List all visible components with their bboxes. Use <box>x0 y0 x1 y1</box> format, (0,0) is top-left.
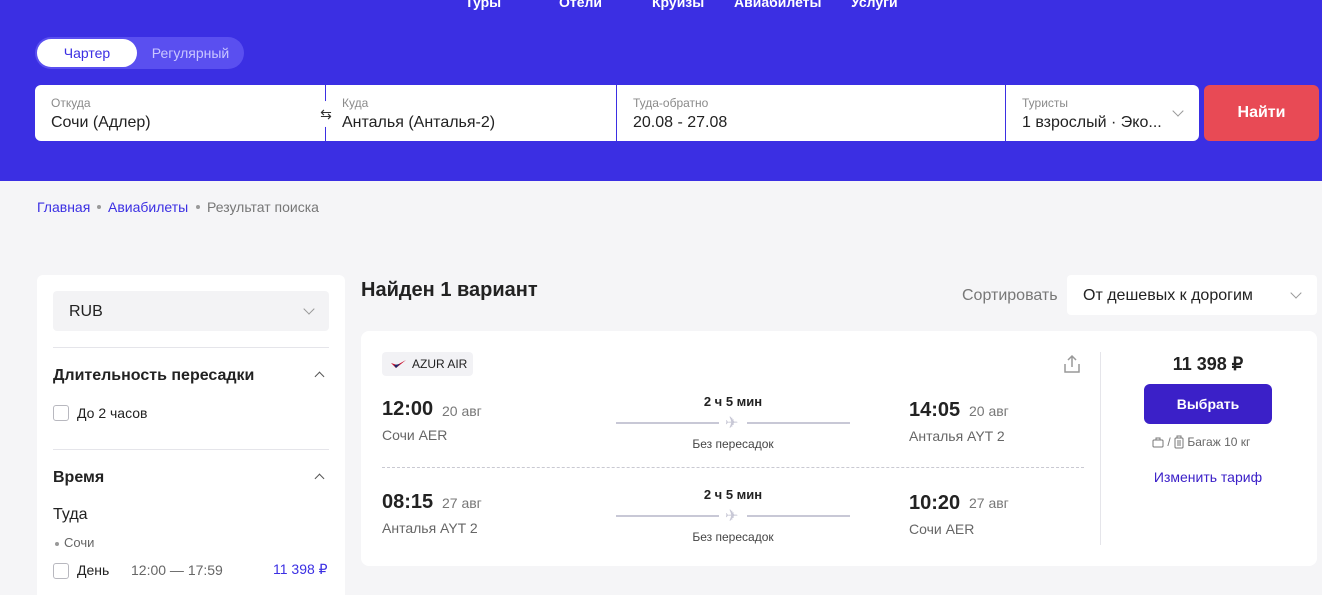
select-button[interactable]: Выбрать <box>1144 384 1272 424</box>
day-label: День <box>77 562 110 578</box>
charter-tab[interactable]: Чартер <box>37 39 137 67</box>
regular-tab[interactable]: Регулярный <box>139 39 242 67</box>
baggage-info: / Багаж 10 кг <box>1152 435 1250 449</box>
day-checkbox[interactable] <box>53 563 69 579</box>
inbound-dep-city: Анталья AYT 2 <box>382 520 478 536</box>
breadcrumb-separator <box>196 205 200 209</box>
outbound-dep-city: Сочи AER <box>382 427 448 443</box>
chevron-down-icon <box>1290 287 1302 299</box>
airline-logo-icon <box>391 360 406 368</box>
route-line <box>616 422 719 424</box>
outbound-arr-date: 20 авг <box>969 403 1009 419</box>
inbound-arr-date: 27 авг <box>969 495 1009 511</box>
nav-flights[interactable]: Авиабилеты <box>734 0 822 10</box>
filters-sidebar: RUB Длительность пересадки До 2 часов Вр… <box>37 275 345 595</box>
from-value[interactable]: Сочи (Адлер) <box>51 114 151 132</box>
inbound-arr-time: 10:20 <box>909 492 961 514</box>
transfer-duration-title[interactable]: Длительность пересадки <box>53 367 254 385</box>
breadcrumb-home[interactable]: Главная <box>37 199 90 215</box>
outbound-arr-time: 14:05 <box>909 399 961 421</box>
divider <box>53 347 329 348</box>
sort-label: Сортировать <box>962 287 1058 304</box>
plane-icon: ✈ <box>725 508 739 525</box>
outbound-stops: Без пересадок <box>692 437 774 451</box>
direction-label: Туда <box>53 506 88 523</box>
flight-type-toggle: Чартер Регулярный <box>35 37 244 69</box>
results-count: Найден 1 вариант <box>361 279 538 301</box>
plane-icon: ✈ <box>725 415 739 432</box>
luggage-icon <box>1174 435 1184 449</box>
inbound-stops: Без пересадок <box>692 530 774 544</box>
nav-hotels[interactable]: Отели <box>559 0 602 10</box>
city-label: Сочи <box>64 535 95 550</box>
bullet <box>55 542 59 546</box>
tourists-field[interactable]: Туристы 1 взрослый · Эко... <box>1006 85 1199 141</box>
breadcrumb-current: Результат поиска <box>207 199 319 215</box>
outbound-duration: 2 ч 5 мин <box>703 394 763 409</box>
inbound-arr-city: Сочи AER <box>909 521 975 537</box>
chevron-up-icon[interactable] <box>314 473 325 484</box>
airline-badge: AZUR AIR <box>382 352 473 376</box>
swap-arrows-icon[interactable]: ⇆ <box>313 101 339 127</box>
tourists-label: Туристы <box>1022 96 1069 110</box>
share-icon[interactable] <box>1062 354 1082 374</box>
nav-services[interactable]: Услуги <box>851 0 898 10</box>
offer-price: 11 398 ₽ <box>1172 354 1244 374</box>
dates-field[interactable]: Туда-обратно 20.08 - 27.08 <box>617 85 1005 141</box>
from-label: Откуда <box>51 96 91 110</box>
transfer-2h-label: До 2 часов <box>77 405 148 421</box>
day-range: 12:00 — 17:59 <box>131 562 223 578</box>
breadcrumb-separator <box>97 205 101 209</box>
divider <box>53 449 329 450</box>
route-line <box>747 515 850 517</box>
card-separator <box>1100 352 1101 545</box>
top-nav: Туры Отели Круизы Авиабилеты Услуги <box>0 0 1322 14</box>
currency-select[interactable]: RUB <box>53 291 329 331</box>
dates-label: Туда-обратно <box>633 96 709 110</box>
outbound-dep-time: 12:00 <box>382 398 434 420</box>
chevron-down-icon <box>303 303 315 315</box>
to-field[interactable]: Куда Анталья (Анталья-2) <box>326 85 616 141</box>
time-title[interactable]: Время <box>53 469 104 487</box>
airline-name: AZUR AIR <box>412 357 468 371</box>
chevron-up-icon[interactable] <box>314 371 325 382</box>
tourists-value[interactable]: 1 взрослый · Эко... <box>1022 114 1167 132</box>
bag-icon <box>1152 437 1164 448</box>
segment-divider <box>382 467 1084 468</box>
from-field[interactable]: Откуда Сочи (Адлер) <box>35 85 325 141</box>
to-label: Куда <box>342 96 369 110</box>
to-value[interactable]: Анталья (Анталья-2) <box>342 114 495 132</box>
chevron-down-icon[interactable] <box>1172 105 1184 117</box>
outbound-dep-date: 20 авг <box>442 403 482 419</box>
inbound-dep-time: 08:15 <box>382 491 434 513</box>
flight-offer-card: AZUR AIR 12:00 20 авг Сочи AER 2 ч 5 мин… <box>361 331 1317 566</box>
route-line <box>616 515 719 517</box>
search-header: Туры Отели Круизы Авиабилеты Услуги Чарт… <box>0 0 1322 181</box>
sort-select[interactable]: От дешевых к дорогим <box>1067 275 1317 315</box>
nav-tours[interactable]: Туры <box>465 0 501 10</box>
transfer-2h-checkbox[interactable] <box>53 405 69 421</box>
sort-value: От дешевых к дорогим <box>1083 287 1253 304</box>
find-button[interactable]: Найти <box>1204 85 1319 141</box>
dates-value[interactable]: 20.08 - 27.08 <box>633 114 727 132</box>
route-line <box>747 422 850 424</box>
inbound-duration: 2 ч 5 мин <box>703 487 763 502</box>
day-price: 11 398 ₽ <box>273 561 328 577</box>
baggage-text: Багаж 10 кг <box>1187 435 1251 449</box>
change-tariff-link[interactable]: Изменить тариф <box>1144 469 1272 485</box>
breadcrumb-flights[interactable]: Авиабилеты <box>108 199 188 215</box>
nav-cruises[interactable]: Круизы <box>652 0 704 10</box>
inbound-dep-date: 27 авг <box>442 495 482 511</box>
currency-value: RUB <box>69 303 103 320</box>
outbound-arr-city: Анталья AYT 2 <box>909 428 1005 444</box>
